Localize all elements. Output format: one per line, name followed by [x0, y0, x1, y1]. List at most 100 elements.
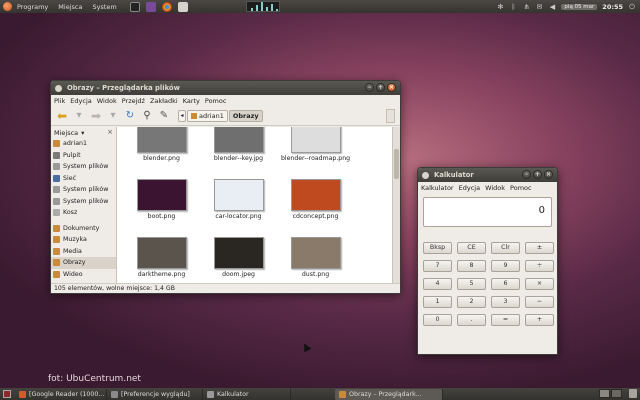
show-desktop-icon[interactable]	[3, 390, 11, 398]
menu-view[interactable]: Widok	[485, 184, 505, 192]
calculator-key[interactable]: ±	[525, 242, 554, 254]
date-label[interactable]: pią 05 mar	[561, 3, 598, 10]
ubuntu-logo-icon[interactable]	[3, 2, 12, 11]
taskbar-button[interactable]: [Preferencje wyglądu]	[107, 388, 203, 400]
breadcrumb-right-arrow-icon[interactable]	[386, 109, 395, 123]
file-item[interactable]: blender--roadmap.png	[277, 127, 354, 177]
calculator-key[interactable]: =	[491, 314, 520, 326]
sidebar-item[interactable]: Obrazy	[51, 257, 116, 269]
sidebar-item[interactable]: Wideo	[51, 269, 116, 281]
file-item[interactable]: car-locator.png	[200, 179, 277, 235]
volume-icon[interactable]: ◀	[548, 3, 556, 11]
menu-edit[interactable]: Edycja	[459, 184, 480, 192]
calculator-key[interactable]: 1	[423, 296, 452, 308]
menu-file[interactable]: Plik	[54, 97, 65, 105]
calculator-key[interactable]: 9	[491, 260, 520, 272]
taskbar-button[interactable]: Obrazy – Przeglądark...	[335, 388, 443, 400]
sidebar-item[interactable]: Kosz	[51, 207, 116, 219]
clock[interactable]: 20:55	[602, 3, 623, 11]
menu-view[interactable]: Widok	[97, 97, 117, 105]
calculator-key[interactable]: .	[457, 314, 486, 326]
file-item[interactable]: cdconcept.png	[277, 179, 354, 235]
taskbar-button[interactable]: Kalkulator	[203, 388, 291, 400]
menu-bookmarks[interactable]: Zakładki	[150, 97, 178, 105]
system-monitor-graph[interactable]	[245, 1, 280, 12]
terminal-launcher-icon[interactable]	[129, 1, 140, 12]
calculator-titlebar[interactable]: Kalkulator – + ×	[418, 168, 557, 182]
chrome-launcher-icon[interactable]	[161, 1, 172, 12]
calculator-key[interactable]: +	[525, 314, 554, 326]
window-menu-icon[interactable]	[422, 171, 429, 179]
menu-applications[interactable]: Programy	[12, 0, 53, 13]
menu-edit[interactable]: Edycja	[70, 97, 91, 105]
menu-system[interactable]: System	[87, 0, 121, 13]
calculator-key[interactable]: 3	[491, 296, 520, 308]
sidebar-item[interactable]: System plików	[51, 184, 116, 196]
close-sidebar-icon[interactable]: ×	[107, 128, 113, 136]
workspace-1[interactable]	[599, 389, 610, 398]
menu-places[interactable]: Miejsca	[53, 0, 87, 13]
calculator-key[interactable]: 7	[423, 260, 452, 272]
menu-help[interactable]: Pomoc	[205, 97, 227, 105]
forward-arrow-icon[interactable]: ➡	[89, 109, 103, 123]
menu-help[interactable]: Pomoc	[510, 184, 532, 192]
ebook-launcher-icon[interactable]	[145, 1, 156, 12]
reload-icon[interactable]: ↻	[123, 109, 137, 123]
file-manager-titlebar[interactable]: Obrazy – Przeglądarka plików – + ×	[51, 81, 400, 95]
trash-icon[interactable]	[629, 389, 637, 398]
text-editor-launcher-icon[interactable]	[177, 1, 188, 12]
search-icon[interactable]: ⚲	[140, 109, 154, 123]
scrollbar-thumb[interactable]	[394, 149, 399, 179]
file-item[interactable]: blender.png	[123, 127, 200, 177]
file-item[interactable]: boot.png	[123, 179, 200, 235]
calculator-display[interactable]: 0	[423, 197, 552, 227]
file-item[interactable]: blender--key.jpg	[200, 127, 277, 177]
calculator-key[interactable]: 4	[423, 278, 452, 290]
workspace-2[interactable]	[611, 389, 622, 398]
network-icon[interactable]: ⋔	[522, 3, 530, 11]
file-item[interactable]: darktheme.png	[123, 237, 200, 283]
mail-icon[interactable]: ✉	[535, 3, 543, 11]
calculator-key[interactable]: Bksp	[423, 242, 452, 254]
sidebar-item[interactable]: Pulpit	[51, 150, 116, 162]
dropdown-arrow-icon[interactable]: ▾	[106, 109, 120, 123]
calculator-key[interactable]: 0	[423, 314, 452, 326]
calculator-key[interactable]: 5	[457, 278, 486, 290]
minimize-button[interactable]: –	[522, 170, 531, 179]
calculator-key[interactable]: Clr	[491, 242, 520, 254]
sidebar-header[interactable]: Miejsca ▾ ×	[51, 127, 116, 138]
back-arrow-icon[interactable]: ⬅	[55, 109, 69, 123]
maximize-button[interactable]: +	[533, 170, 542, 179]
sidebar-item[interactable]: System plików	[51, 161, 116, 173]
calculator-key[interactable]: 2	[457, 296, 486, 308]
minimize-button[interactable]: –	[365, 83, 374, 92]
sidebar-item[interactable]: Muzyka	[51, 234, 116, 246]
taskbar-button[interactable]: [Google Reader (1000...	[15, 388, 107, 400]
chevron-down-icon[interactable]: ▾	[81, 129, 84, 137]
calculator-key[interactable]: ÷	[525, 260, 554, 272]
sidebar-item[interactable]: Dokumenty	[51, 223, 116, 235]
menu-tabs[interactable]: Karty	[183, 97, 200, 105]
close-button[interactable]: ×	[544, 170, 553, 179]
close-button[interactable]: ×	[387, 83, 396, 92]
calculator-key[interactable]: −	[525, 296, 554, 308]
calculator-key[interactable]: CE	[457, 242, 486, 254]
maximize-button[interactable]: +	[376, 83, 385, 92]
calculator-key[interactable]: 6	[491, 278, 520, 290]
file-item[interactable]: doom.jpeg	[200, 237, 277, 283]
breadcrumb-left-arrow-icon[interactable]: ◂	[178, 109, 186, 122]
calculator-key[interactable]: ×	[525, 278, 554, 290]
power-icon[interactable]: ⏻	[628, 3, 636, 11]
sidebar-item[interactable]: adrian1	[51, 138, 116, 150]
sidebar-item[interactable]: Sieć	[51, 173, 116, 185]
calculator-key[interactable]: 8	[457, 260, 486, 272]
edit-location-icon[interactable]: ✎	[157, 109, 171, 123]
bluetooth-icon[interactable]: ᛒ	[509, 3, 517, 11]
vertical-scrollbar[interactable]	[392, 127, 400, 283]
menu-go[interactable]: Przejdź	[122, 97, 145, 105]
dropdown-arrow-icon[interactable]: ▾	[72, 109, 86, 123]
file-item[interactable]: dust.png	[277, 237, 354, 283]
sidebar-item[interactable]: Media	[51, 246, 116, 258]
settings-icon[interactable]: ✻	[496, 3, 504, 11]
breadcrumb-current[interactable]: Obrazy	[228, 109, 263, 122]
